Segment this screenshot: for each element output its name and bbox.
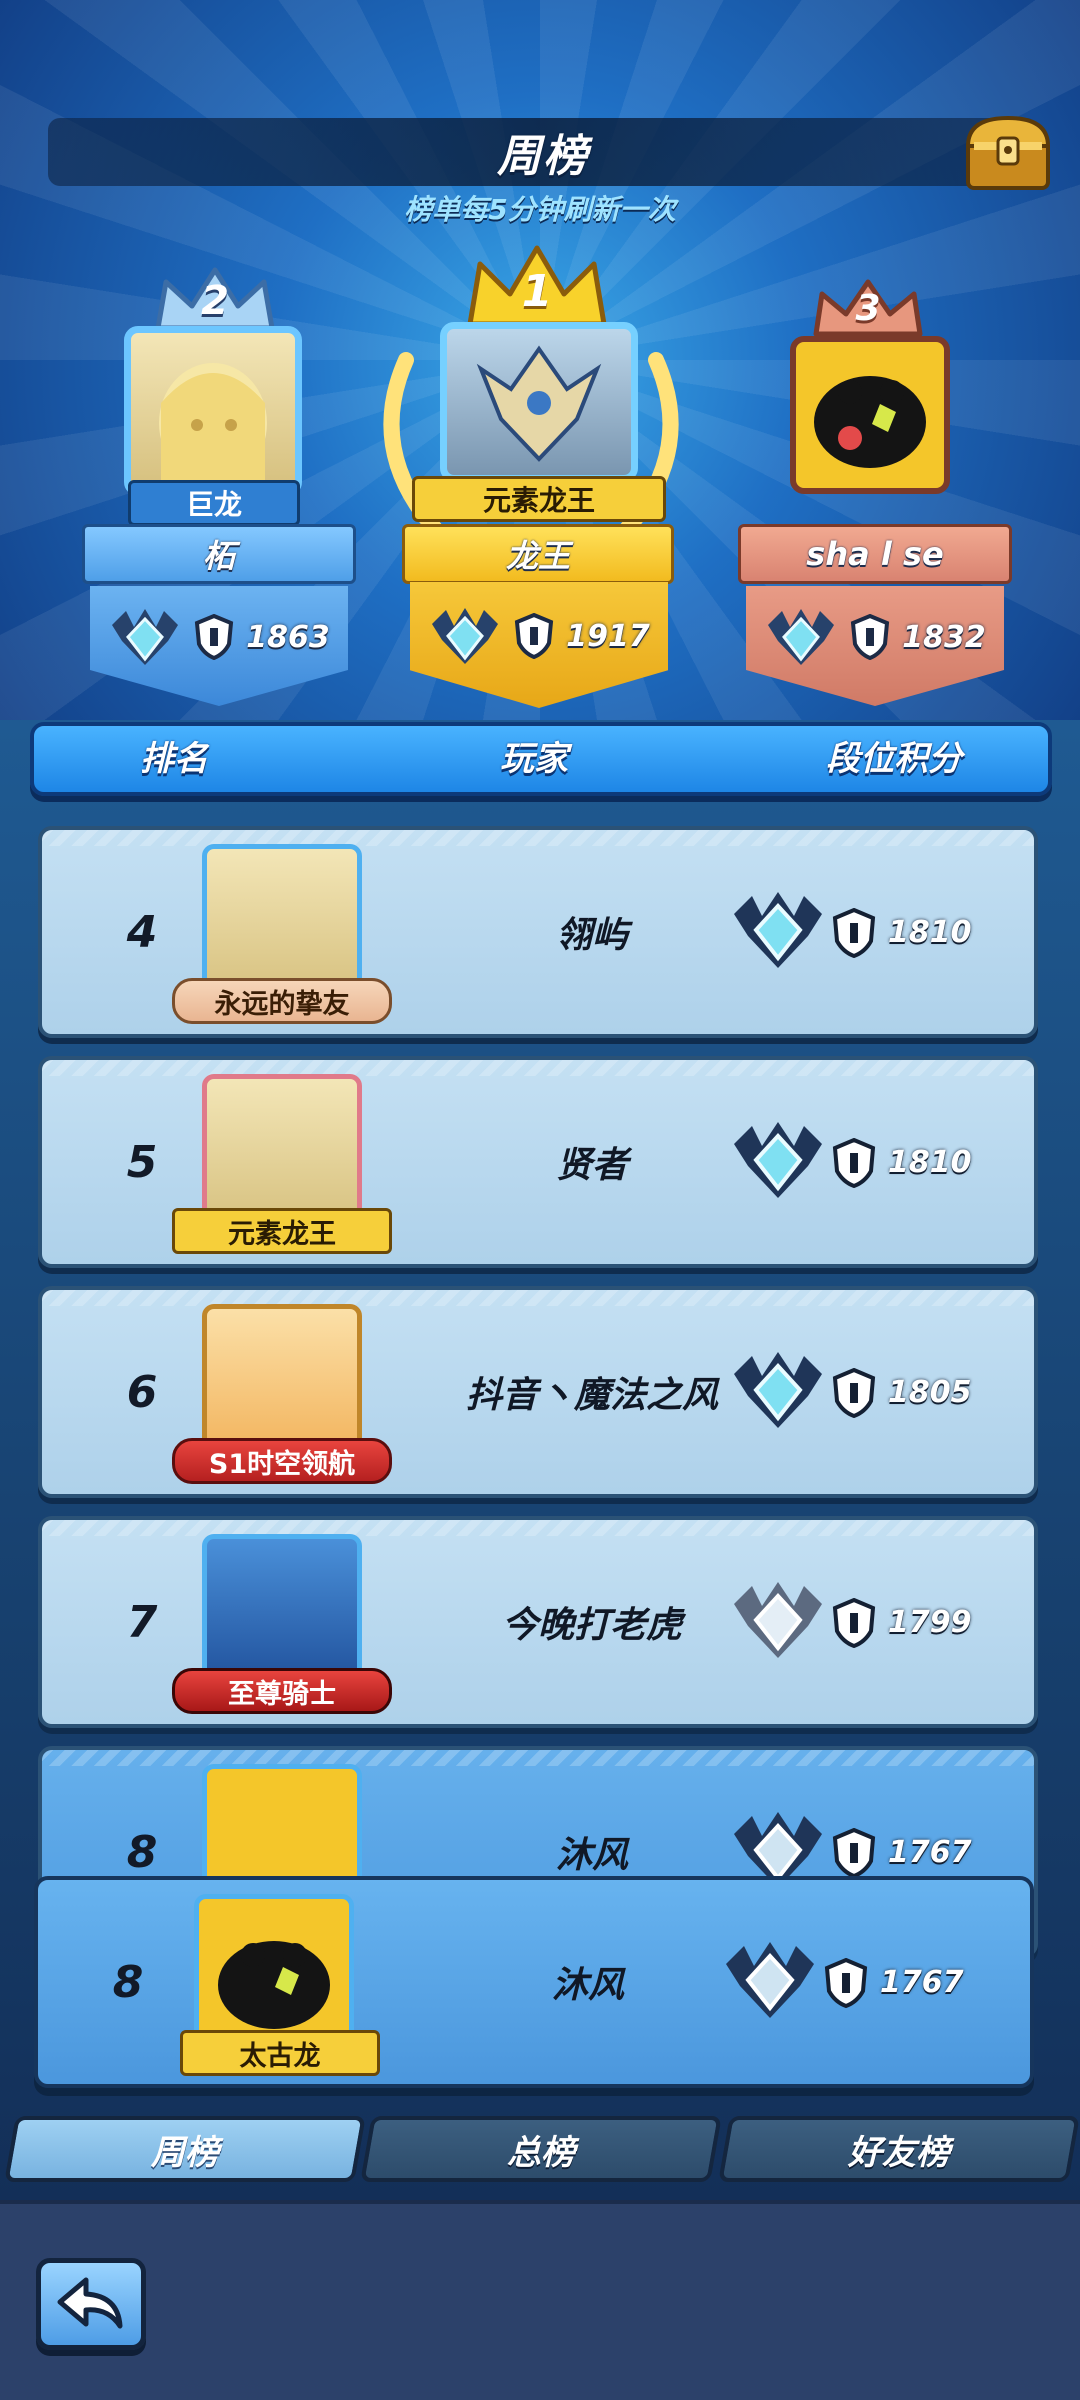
shield-icon bbox=[832, 1598, 876, 1648]
player-title-ribbon: 巨龙 bbox=[128, 480, 300, 526]
dragon-rank-emblem-icon bbox=[768, 609, 835, 665]
podium-score: 1917 bbox=[566, 618, 650, 654]
player-title-ribbon: 元素龙王 bbox=[412, 476, 666, 522]
dragon-rank-emblem-icon bbox=[432, 608, 499, 664]
player-score: 1799 bbox=[888, 1604, 972, 1640]
player-score: 1810 bbox=[888, 1144, 972, 1180]
page-title: 周榜 bbox=[497, 131, 589, 182]
player-score: 1767 bbox=[880, 1964, 964, 2000]
player-title-ribbon: 元素龙王 bbox=[172, 1208, 392, 1254]
tab-weekly[interactable]: 周榜 bbox=[4, 2116, 366, 2182]
refresh-note: 榜单每5分钟刷新一次 bbox=[404, 193, 676, 226]
shield-icon bbox=[824, 1958, 868, 2008]
table-row[interactable]: 5 元素龙王 贤者 1810 bbox=[38, 1056, 1038, 1268]
podium-rank-number: 3 bbox=[855, 288, 881, 329]
table-row[interactable]: 7 至尊骑士 今晚打老虎 1799 bbox=[38, 1516, 1038, 1728]
avatar[interactable] bbox=[790, 336, 950, 494]
podium-rank-number: 1 bbox=[521, 266, 553, 317]
row-rank: 5 bbox=[126, 1136, 158, 1188]
shield-icon bbox=[832, 1368, 876, 1418]
tab-friends[interactable]: 好友榜 bbox=[718, 2116, 1080, 2182]
column-score: 段位积分 bbox=[826, 739, 962, 779]
shield-icon bbox=[832, 1828, 876, 1878]
crown-gold-icon: 1 bbox=[462, 244, 612, 330]
dragon-rank-emblem-icon bbox=[734, 1582, 822, 1658]
podium-player-name: 柘 bbox=[82, 524, 356, 584]
shield-icon bbox=[515, 613, 554, 659]
shield-icon bbox=[195, 614, 234, 660]
shield-icon bbox=[851, 614, 890, 660]
row-rank: 6 bbox=[126, 1366, 158, 1418]
column-header: 排名 玩家 段位积分 bbox=[30, 722, 1052, 796]
dragon-rank-emblem-icon bbox=[734, 1122, 822, 1198]
podium-score: 1863 bbox=[246, 619, 330, 655]
tab-weekly-label: 周榜 bbox=[151, 2132, 219, 2173]
dragon-rank-emblem-icon bbox=[112, 609, 179, 665]
row-rank: 8 bbox=[112, 1956, 144, 2008]
tab-friends-label: 好友榜 bbox=[848, 2132, 950, 2173]
dragon-rank-emblem-icon bbox=[726, 1942, 814, 2018]
podium-player-name: 龙王 bbox=[402, 524, 674, 584]
tab-overall-label: 总榜 bbox=[507, 2132, 575, 2173]
dragon-rank-emblem-icon bbox=[734, 1352, 822, 1428]
crown-silver-icon: 2 bbox=[150, 264, 280, 334]
tab-overall[interactable]: 总榜 bbox=[360, 2116, 722, 2182]
my-rank-row[interactable]: 8 太古龙 沐风 1767 bbox=[34, 1876, 1034, 2088]
player-score: 1805 bbox=[888, 1374, 972, 1410]
crown-bronze-icon: 3 bbox=[808, 276, 928, 340]
table-row[interactable]: 6 S1时空领航 抖音丶魔法之风 1805 bbox=[38, 1286, 1038, 1498]
podium-rank-number: 2 bbox=[201, 278, 229, 324]
podium-player-name: sha l se bbox=[738, 524, 1012, 584]
bottom-bar bbox=[0, 2200, 1080, 2400]
row-rank: 7 bbox=[126, 1596, 158, 1648]
row-rank: 4 bbox=[126, 906, 158, 958]
avatar[interactable] bbox=[124, 326, 302, 496]
player-name: 抖音丶魔法之风 bbox=[465, 1375, 718, 1416]
column-player: 玩家 bbox=[500, 739, 568, 779]
shield-icon bbox=[832, 908, 876, 958]
player-title-ribbon: 至尊骑士 bbox=[172, 1668, 392, 1714]
avatar[interactable] bbox=[440, 322, 638, 482]
player-title-ribbon: S1时空领航 bbox=[172, 1438, 392, 1484]
title-bar: 周榜 bbox=[48, 118, 1038, 186]
treasure-chest-icon[interactable] bbox=[962, 112, 1054, 194]
column-rank: 排名 bbox=[140, 739, 208, 779]
dragon-rank-emblem-icon bbox=[734, 892, 822, 968]
player-title-ribbon: 太古龙 bbox=[180, 2030, 380, 2076]
back-button[interactable] bbox=[36, 2258, 146, 2350]
player-title-ribbon: 永远的挚友 bbox=[172, 978, 392, 1024]
back-arrow-icon bbox=[57, 2277, 123, 2329]
player-score: 1810 bbox=[888, 914, 972, 950]
podium-score: 1832 bbox=[902, 619, 986, 655]
shield-icon bbox=[832, 1138, 876, 1188]
table-row[interactable]: 4 永远的挚友 翎屿 1810 bbox=[38, 826, 1038, 1038]
